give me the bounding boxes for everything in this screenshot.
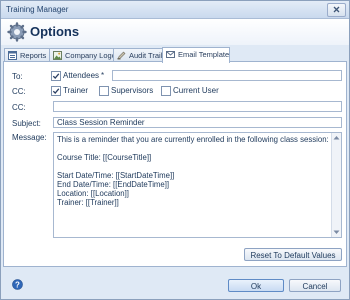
tab-label: Audit Trail bbox=[129, 51, 163, 60]
to-input[interactable] bbox=[112, 70, 342, 81]
trainer-label: Trainer bbox=[63, 86, 89, 95]
scroll-up-icon[interactable] bbox=[333, 135, 340, 140]
scroll-down-icon[interactable] bbox=[333, 230, 340, 235]
tab-label: Company Logo bbox=[65, 51, 116, 60]
current-user-checkbox[interactable] bbox=[161, 86, 171, 96]
check-icon bbox=[52, 73, 60, 79]
message-line: Location: [[Location]] bbox=[57, 189, 129, 198]
tab-company-logo[interactable]: Company Logo bbox=[49, 48, 116, 62]
tab-audit-trail[interactable]: Audit Trail bbox=[113, 48, 163, 62]
message-label: Message: bbox=[12, 133, 47, 142]
svg-text:?: ? bbox=[15, 280, 20, 289]
tab-label: Reports bbox=[20, 51, 47, 60]
attendees-checkbox[interactable] bbox=[51, 71, 61, 81]
cc-label: CC: bbox=[12, 87, 26, 96]
message-textarea[interactable]: This is a reminder that you are currentl… bbox=[53, 132, 342, 238]
cancel-button[interactable]: Cancel bbox=[289, 279, 341, 292]
tab-label: Email Template bbox=[178, 50, 230, 59]
subject-input[interactable] bbox=[53, 117, 342, 128]
close-button[interactable] bbox=[327, 3, 346, 17]
message-line: End Date/Time: [[EndDateTime]] bbox=[57, 180, 170, 189]
message-line: Trainer: [[Trainer]] bbox=[57, 198, 119, 207]
tab-strip: Reports Company Logo Audit Trail Email T… bbox=[3, 47, 347, 63]
ok-button[interactable]: Ok bbox=[228, 279, 284, 292]
cc-input[interactable] bbox=[53, 101, 342, 112]
trainer-checkbox[interactable] bbox=[51, 86, 61, 96]
message-line: Start Date/Time: [[StartDateTime]] bbox=[57, 171, 175, 180]
image-icon bbox=[53, 51, 62, 60]
to-label: To: bbox=[12, 72, 23, 81]
help-icon[interactable]: ? bbox=[12, 279, 23, 290]
email-template-panel: To: Attendees * CC: Trainer Supervisors … bbox=[3, 61, 347, 267]
message-scrollbar[interactable] bbox=[331, 133, 341, 237]
message-line: Course Title: [[CourseTitle]] bbox=[57, 153, 152, 162]
attendees-label: Attendees bbox=[63, 71, 100, 80]
window-title: Training Manager bbox=[6, 5, 69, 14]
tab-reports[interactable]: Reports bbox=[4, 48, 50, 62]
reset-defaults-button[interactable]: Reset To Default Values bbox=[244, 248, 342, 261]
options-dialog: Training Manager Options Reports Company… bbox=[0, 0, 350, 300]
email-icon bbox=[166, 51, 175, 58]
gear-icon bbox=[7, 22, 27, 42]
message-line: This is a reminder that you are currentl… bbox=[57, 135, 329, 144]
check-icon bbox=[52, 88, 60, 94]
close-icon bbox=[333, 6, 340, 13]
message-line bbox=[57, 162, 338, 171]
dialog-header: Options bbox=[1, 19, 349, 45]
subject-label: Subject: bbox=[12, 119, 41, 128]
message-line bbox=[57, 144, 338, 153]
tab-email-template[interactable]: Email Template bbox=[162, 47, 230, 63]
supervisors-label: Supervisors bbox=[111, 86, 154, 95]
reports-icon bbox=[8, 51, 17, 60]
supervisors-checkbox[interactable] bbox=[99, 86, 109, 96]
title-bar[interactable]: Training Manager bbox=[1, 1, 349, 19]
required-mark: * bbox=[101, 71, 105, 80]
current-user-label: Current User bbox=[173, 86, 219, 95]
audit-icon bbox=[117, 51, 126, 60]
cc-label: CC: bbox=[12, 103, 26, 112]
page-title: Options bbox=[30, 24, 80, 39]
